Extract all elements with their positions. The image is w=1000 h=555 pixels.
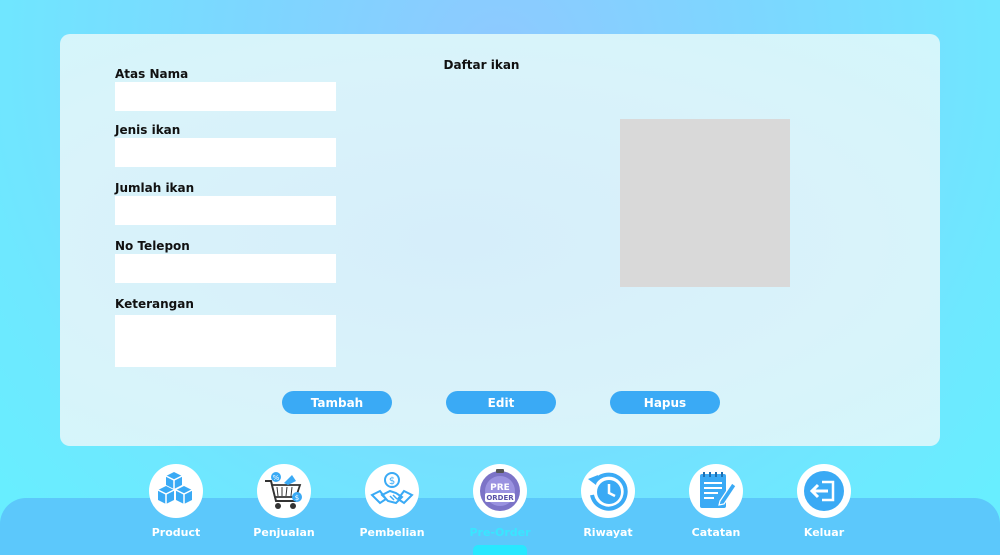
keterangan-textarea[interactable] [115,315,336,367]
nav-label-keluar: Keluar [803,526,845,539]
nav-label-riwayat: Riwayat [583,526,633,539]
svg-text:$: $ [295,494,299,502]
svg-text:%: % [273,474,280,482]
svg-text:ORDER: ORDER [486,494,514,502]
jenis-ikan-input[interactable] [115,138,336,167]
nav-label-pre-order: Pre-Order [469,526,531,539]
label-no-telepon: No Telepon [115,239,190,253]
logout-icon [804,471,844,511]
jumlah-ikan-input[interactable] [115,196,336,225]
label-atas-nama: Atas Nama [115,67,189,81]
nav-item-pre-order[interactable]: PRE ORDER Pre-Order [460,464,540,555]
nav-item-pembelian[interactable]: $ Pembelian [352,464,432,555]
form-card: Daftar ikan Atas Nama Jenis ikan Jumlah … [60,34,940,446]
nav-item-keluar[interactable]: Keluar [784,464,864,555]
label-jumlah-ikan: Jumlah ikan [115,181,195,195]
nav-item-penjualan[interactable]: % $ Penjualan [244,464,324,555]
nav-label-pembelian: Pembelian [359,526,425,539]
shopping-cart-icon: % $ [265,472,302,509]
handshake-money-icon: $ [370,472,414,505]
history-icon [588,472,628,511]
nav-item-catatan[interactable]: Catatan [676,464,756,555]
nav-label-catatan: Catatan [691,526,741,539]
boxes-icon [157,472,193,504]
label-jenis-ikan: Jenis ikan [115,123,181,137]
tambah-button[interactable]: Tambah [282,391,392,414]
no-telepon-input[interactable] [115,254,336,283]
pre-order-badge-icon: PRE ORDER [480,469,520,511]
hapus-button[interactable]: Hapus [610,391,720,414]
nav-label-product: Product [151,526,201,539]
nav-label-penjualan: Penjualan [253,526,315,539]
nav-item-riwayat[interactable]: Riwayat [568,464,648,555]
edit-button[interactable]: Edit [446,391,556,414]
atas-nama-input[interactable] [115,82,336,111]
svg-text:PRE: PRE [490,483,510,493]
active-tab-indicator [473,545,527,555]
notepad-icon [700,472,737,508]
svg-text:$: $ [389,476,395,487]
fish-image-placeholder[interactable] [620,119,790,287]
label-keterangan: Keterangan [115,297,194,311]
nav-item-product[interactable]: Product [136,464,216,555]
